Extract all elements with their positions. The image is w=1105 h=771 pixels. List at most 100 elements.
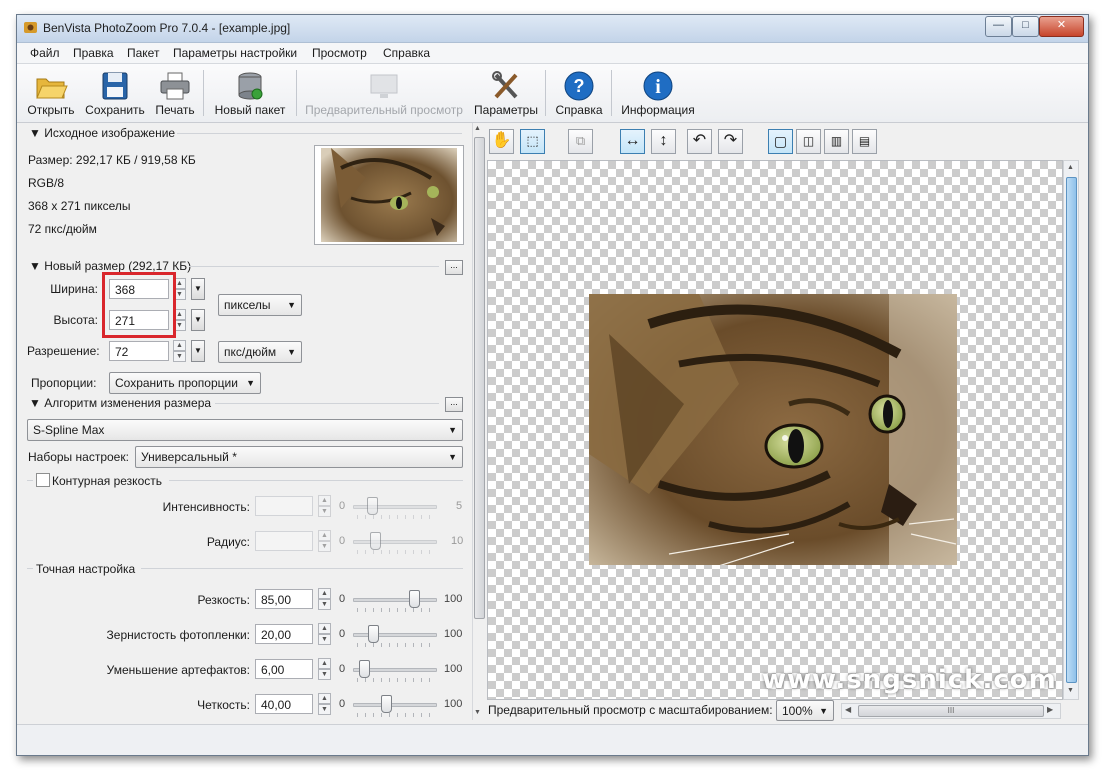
print-button[interactable]: Печать (151, 66, 199, 120)
scroll-down-icon[interactable]: ▼ (1067, 687, 1074, 694)
resolution-spinner[interactable]: ▲ ▼ (173, 340, 186, 362)
proportions-select[interactable]: Сохранить пропорции ▼ (109, 372, 261, 394)
side-by-side-button[interactable]: ▥ (824, 129, 849, 154)
height-unit-dropdown[interactable]: ▼ (191, 309, 205, 331)
fine-tune-slider-track[interactable] (353, 598, 437, 602)
rotate-right-button[interactable]: ↷ (718, 129, 743, 154)
scroll-up-icon[interactable]: ▲ (1067, 164, 1074, 171)
preview-hscrollbar[interactable]: ◀ III ▶ (841, 703, 1061, 719)
menu-file[interactable]: Файл (30, 46, 60, 60)
spin-down-icon[interactable]: ▼ (318, 541, 331, 552)
split-view-button[interactable]: ◫ (796, 129, 821, 154)
scrollbar-thumb[interactable] (474, 137, 485, 619)
radius-slider-thumb[interactable] (370, 532, 381, 550)
spin-up-icon[interactable]: ▲ (318, 693, 331, 704)
new-batch-button[interactable]: Новый пакет (209, 66, 291, 120)
fine-tune-input[interactable]: 40,00 (255, 694, 313, 714)
select-tool-button[interactable]: ⬚ (520, 129, 545, 154)
menu-settings[interactable]: Параметры настройки (173, 46, 297, 60)
spin-down-icon[interactable]: ▼ (318, 669, 331, 680)
spin-down-icon[interactable]: ▼ (318, 704, 331, 715)
menu-help[interactable]: Справка (383, 46, 430, 60)
fine-tune-slider-track[interactable] (353, 703, 437, 707)
spin-up-icon[interactable]: ▲ (318, 588, 331, 599)
open-button[interactable]: Открыть (23, 66, 79, 120)
spin-up-icon[interactable]: ▲ (318, 530, 331, 541)
scroll-down-icon[interactable]: ▼ (474, 709, 481, 716)
spin-down-icon[interactable]: ▼ (318, 506, 331, 517)
menu-edit[interactable]: Правка (73, 46, 114, 60)
preview-canvas[interactable] (487, 160, 1063, 700)
close-button[interactable]: ✕ (1039, 16, 1084, 37)
menu-batch[interactable]: Пакет (127, 46, 159, 60)
spin-up-icon[interactable]: ▲ (173, 340, 186, 351)
hand-tool-button[interactable]: ✋ (489, 129, 514, 154)
scroll-up-icon[interactable]: ▲ (474, 125, 481, 132)
new-size-more-button[interactable]: ... (445, 260, 463, 275)
minimize-button[interactable]: — (985, 16, 1012, 37)
crop-tool-button[interactable]: ⧉ (568, 129, 593, 154)
fine-tune-input[interactable]: 6,00 (255, 659, 313, 679)
spin-up-icon[interactable]: ▲ (318, 623, 331, 634)
maximize-button[interactable]: □ (1012, 16, 1039, 37)
source-section-toggle[interactable]: ▼ Исходное изображение (29, 126, 175, 140)
fine-tune-input[interactable]: 20,00 (255, 624, 313, 644)
highlight-box (102, 272, 176, 338)
spin-up-icon[interactable]: ▲ (318, 658, 331, 669)
rotate-left-button[interactable]: ↶ (687, 129, 712, 154)
preview-monitor-icon (370, 74, 398, 98)
fine-tune-input[interactable]: 85,00 (255, 589, 313, 609)
fine-tune-slider-track[interactable] (353, 633, 437, 637)
fine-tune-spinner[interactable]: ▲▼ (318, 658, 331, 680)
fine-tune-slider-thumb[interactable] (368, 625, 379, 643)
size-unit-select[interactable]: пикселы ▼ (218, 294, 302, 316)
fine-tune-spinner[interactable]: ▲▼ (318, 693, 331, 715)
preview-vscrollbar[interactable]: ▲ ▼ (1063, 160, 1079, 700)
preview-button[interactable]: Предварительный просмотр (301, 66, 467, 120)
scroll-left-icon[interactable]: ◀ (845, 705, 851, 714)
algorithm-more-button[interactable]: ... (445, 397, 463, 412)
spin-down-icon[interactable]: ▼ (173, 351, 186, 362)
radius-slider-track[interactable] (353, 540, 437, 544)
help-button[interactable]: ? Справка (551, 66, 607, 120)
menu-view[interactable]: Просмотр (312, 46, 367, 60)
spin-down-icon[interactable]: ▼ (318, 634, 331, 645)
fine-tune-spinner[interactable]: ▲▼ (318, 588, 331, 610)
intensity-slider-track[interactable] (353, 505, 437, 509)
unsharp-checkbox[interactable] (36, 473, 50, 487)
presets-select[interactable]: Универсальный * ▼ (135, 446, 463, 468)
scrollbar-thumb[interactable] (1066, 177, 1077, 683)
resolution-input[interactable]: 72 (109, 341, 169, 361)
section-divider (141, 568, 463, 569)
algorithm-section-toggle[interactable]: ▼ Алгоритм изменения размера (29, 396, 211, 410)
fit-width-button[interactable]: ↔ (620, 129, 645, 154)
stacked-view-button[interactable]: ▤ (852, 129, 877, 154)
new-size-section-toggle[interactable]: ▼ Новый размер (292,17 КБ) (29, 259, 191, 273)
algorithm-select[interactable]: S-Spline Max ▼ (27, 419, 463, 441)
intensity-input[interactable] (255, 496, 313, 516)
scrollbar-thumb[interactable]: III (858, 705, 1044, 717)
fit-height-button[interactable]: ↕ (651, 129, 676, 154)
radius-input[interactable] (255, 531, 313, 551)
fine-tune-slider-thumb[interactable] (359, 660, 370, 678)
intensity-slider-thumb[interactable] (367, 497, 378, 515)
spin-down-icon[interactable]: ▼ (318, 599, 331, 610)
resolution-dropdown[interactable]: ▼ (191, 340, 205, 362)
spin-up-icon[interactable]: ▲ (318, 495, 331, 506)
save-button[interactable]: Сохранить (83, 66, 147, 120)
fine-tune-spinner[interactable]: ▲▼ (318, 623, 331, 645)
intensity-spinner[interactable]: ▲ ▼ (318, 495, 331, 517)
fine-tune-slider-thumb[interactable] (381, 695, 392, 713)
fine-tune-slider-thumb[interactable] (409, 590, 420, 608)
single-view-button[interactable]: ▢ (768, 129, 793, 154)
info-button[interactable]: i Информация (617, 66, 699, 120)
radius-spinner[interactable]: ▲ ▼ (318, 530, 331, 552)
scroll-right-icon[interactable]: ▶ (1047, 705, 1053, 714)
toolbar-separator (545, 70, 546, 116)
settings-button[interactable]: Параметры (471, 66, 541, 120)
fine-tune-label: Зернистость фотопленки: (106, 628, 250, 642)
width-unit-dropdown[interactable]: ▼ (191, 278, 205, 300)
zoom-select[interactable]: 100% ▼ (776, 700, 834, 721)
settings-scrollbar[interactable]: ▲ ▼ (472, 123, 485, 720)
resolution-unit-select[interactable]: пкс/дюйм ▼ (218, 341, 302, 363)
